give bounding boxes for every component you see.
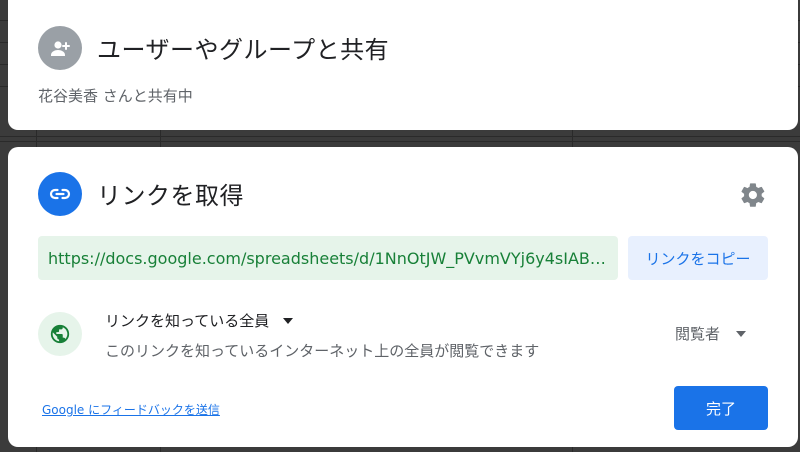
caret-down-icon — [283, 317, 294, 324]
grid-line — [0, 136, 800, 137]
role-label: 閲覧者 — [675, 325, 721, 343]
share-card-title: ユーザーやグループと共有 — [97, 36, 390, 64]
globe-icon — [38, 312, 82, 356]
share-with-people-card: ユーザーやグループと共有 花谷美香 さんと共有中 — [8, 0, 798, 130]
general-access-label: リンクを知っている全員 — [105, 312, 270, 330]
general-access-description: このリンクを知っているインターネット上の全員が閲覧できます — [105, 342, 540, 360]
copy-link-button[interactable]: リンクをコピー — [628, 236, 768, 280]
role-dropdown[interactable]: 閲覧者 — [675, 323, 747, 344]
done-button[interactable]: 完了 — [674, 386, 768, 430]
get-link-title: リンクを取得 — [97, 182, 244, 210]
get-link-card: リンクを取得 https://docs.google.com/spreadshe… — [8, 147, 798, 447]
link-url-text: https://docs.google.com/spreadsheets/d/1… — [48, 248, 606, 268]
gear-icon[interactable] — [739, 181, 767, 209]
shared-with-text[interactable]: 花谷美香 さんと共有中 — [38, 85, 193, 106]
person-add-icon — [38, 26, 82, 70]
link-url-field[interactable]: https://docs.google.com/spreadsheets/d/1… — [38, 236, 618, 280]
link-icon — [38, 172, 82, 216]
general-access-dropdown[interactable]: リンクを知っている全員 — [105, 310, 294, 331]
send-feedback-link[interactable]: Google にフィードバックを送信 — [42, 401, 220, 418]
caret-down-icon — [736, 330, 747, 337]
grid-line — [0, 141, 800, 142]
